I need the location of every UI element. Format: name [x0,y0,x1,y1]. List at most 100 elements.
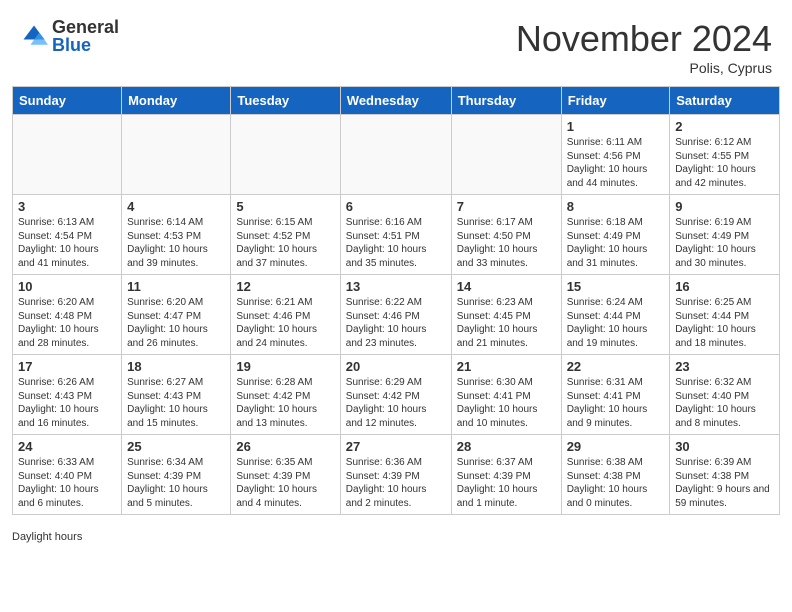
day-number: 5 [236,199,334,214]
calendar-table: Sunday Monday Tuesday Wednesday Thursday… [12,86,780,515]
calendar-cell: 16Sunrise: 6:25 AM Sunset: 4:44 PM Dayli… [670,275,780,355]
calendar-cell: 1 Sunrise: 6:11 AM Sunset: 4:56 PM Daylig… [561,115,670,195]
col-wednesday: Wednesday [340,87,451,115]
day-number: 25 [127,439,225,454]
day-number: 8 [567,199,665,214]
day-info: Sunrise: 6:31 AM Sunset: 4:41 PM Dayligh… [567,376,665,430]
calendar-cell: 4 Sunrise: 6:14 AM Sunset: 4:53 PM Daylig… [122,195,231,275]
day-info: Sunrise: 6:21 AM Sunset: 4:46 PM Dayligh… [236,296,334,350]
calendar-cell: 21 Sunrise: 6:30 AM Sunset: 4:41 PM Dayli… [451,355,561,435]
calendar-cell: 3 Sunrise: 6:13 AM Sunset: 4:54 PM Daylig… [13,195,122,275]
day-info: Sunrise: 6:20 AM Sunset: 4:47 PM Dayligh… [127,296,225,350]
calendar-cell: 26 Sunrise: 6:35 AM Sunset: 4:39 PM Dayli… [231,435,340,515]
calendar-cell: 13Sunrise: 6:22 AM Sunset: 4:46 PM Dayli… [340,275,451,355]
location-text: Polis, Cyprus [516,60,772,76]
title-area: November 2024 Polis, Cyprus [516,18,772,76]
day-number: 19 [236,359,334,374]
day-number: 17 [18,359,116,374]
day-info: Sunrise: 6:26 AM Sunset: 4:43 PM Dayligh… [18,376,116,430]
calendar-cell: 19 Sunrise: 6:28 AM Sunset: 4:42 PM Dayli… [231,355,340,435]
day-info: Sunrise: 6:29 AM Sunset: 4:42 PM Dayligh… [346,376,446,430]
day-info: Sunrise: 6:20 AM Sunset: 4:48 PM Dayligh… [18,296,116,350]
day-info: Sunrise: 6:39 AM Sunset: 4:38 PM Dayligh… [675,456,774,510]
day-number: 14 [457,279,556,294]
day-number: 2 [675,119,774,134]
day-number: 10 [18,279,116,294]
calendar-cell: 29 Sunrise: 6:38 AM Sunset: 4:38 PM Dayli… [561,435,670,515]
day-number: 15 [567,279,665,294]
day-info: Sunrise: 6:27 AM Sunset: 4:43 PM Dayligh… [127,376,225,430]
day-info: Sunrise: 6:35 AM Sunset: 4:39 PM Dayligh… [236,456,334,510]
day-info: Sunrise: 6:24 AM Sunset: 4:44 PM Dayligh… [567,296,665,350]
day-number: 16 [675,279,774,294]
day-info: Sunrise: 6:17 AM Sunset: 4:50 PM Dayligh… [457,216,556,270]
calendar-cell: 14 Sunrise: 6:23 AM Sunset: 4:45 PM Dayli… [451,275,561,355]
day-info: Sunrise: 6:34 AM Sunset: 4:39 PM Dayligh… [127,456,225,510]
day-info: Sunrise: 6:19 AM Sunset: 4:49 PM Dayligh… [675,216,774,270]
page-header: General Blue November 2024 Polis, Cyprus [0,0,792,86]
day-number: 26 [236,439,334,454]
logo: General Blue [20,18,119,54]
calendar-cell: 30Sunrise: 6:39 AM Sunset: 4:38 PM Dayli… [670,435,780,515]
day-number: 13 [346,279,446,294]
calendar-cell: 6 Sunrise: 6:16 AM Sunset: 4:51 PM Daylig… [340,195,451,275]
calendar-wrapper: Sunday Monday Tuesday Wednesday Thursday… [0,86,792,525]
logo-general-text: General [52,18,119,36]
calendar-cell: 9 Sunrise: 6:19 AM Sunset: 4:49 PM Daylig… [670,195,780,275]
calendar-cell: 15 Sunrise: 6:24 AM Sunset: 4:44 PM Dayli… [561,275,670,355]
calendar-cell: 7 Sunrise: 6:17 AM Sunset: 4:50 PM Daylig… [451,195,561,275]
calendar-cell: 24Sunrise: 6:33 AM Sunset: 4:40 PM Dayli… [13,435,122,515]
col-saturday: Saturday [670,87,780,115]
day-info: Sunrise: 6:36 AM Sunset: 4:39 PM Dayligh… [346,456,446,510]
logo-blue-text: Blue [52,36,119,54]
day-number: 1 [567,119,665,134]
col-friday: Friday [561,87,670,115]
day-info: Sunrise: 6:15 AM Sunset: 4:52 PM Dayligh… [236,216,334,270]
calendar-cell: 10 Sunrise: 6:20 AM Sunset: 4:48 PM Dayli… [13,275,122,355]
calendar-cell [122,115,231,195]
daylight-hours-label: Daylight hours [12,531,82,543]
calendar-cell: 12Sunrise: 6:21 AM Sunset: 4:46 PM Dayli… [231,275,340,355]
calendar-cell [13,115,122,195]
day-info: Sunrise: 6:13 AM Sunset: 4:54 PM Dayligh… [18,216,116,270]
calendar-cell: 28 Sunrise: 6:37 AM Sunset: 4:39 PM Dayli… [451,435,561,515]
calendar-cell: 23Sunrise: 6:32 AM Sunset: 4:40 PM Dayli… [670,355,780,435]
day-number: 21 [457,359,556,374]
calendar-cell: 20 Sunrise: 6:29 AM Sunset: 4:42 PM Dayli… [340,355,451,435]
day-info: Sunrise: 6:32 AM Sunset: 4:40 PM Dayligh… [675,376,774,430]
calendar-cell: 22Sunrise: 6:31 AM Sunset: 4:41 PM Dayli… [561,355,670,435]
day-number: 3 [18,199,116,214]
day-info: Sunrise: 6:37 AM Sunset: 4:39 PM Dayligh… [457,456,556,510]
day-number: 20 [346,359,446,374]
day-number: 24 [18,439,116,454]
day-info: Sunrise: 6:28 AM Sunset: 4:42 PM Dayligh… [236,376,334,430]
day-info: Sunrise: 6:18 AM Sunset: 4:49 PM Dayligh… [567,216,665,270]
day-number: 27 [346,439,446,454]
day-info: Sunrise: 6:23 AM Sunset: 4:45 PM Dayligh… [457,296,556,350]
day-info: Sunrise: 6:11 AM Sunset: 4:56 PM Dayligh… [567,136,665,190]
month-title: November 2024 [516,18,772,60]
day-number: 9 [675,199,774,214]
day-info: Sunrise: 6:38 AM Sunset: 4:38 PM Dayligh… [567,456,665,510]
day-number: 6 [346,199,446,214]
day-number: 29 [567,439,665,454]
calendar-cell [340,115,451,195]
day-number: 7 [457,199,556,214]
day-info: Sunrise: 6:16 AM Sunset: 4:51 PM Dayligh… [346,216,446,270]
calendar-cell: 27 Sunrise: 6:36 AM Sunset: 4:39 PM Dayli… [340,435,451,515]
day-number: 4 [127,199,225,214]
calendar-header: Sunday Monday Tuesday Wednesday Thursday… [13,87,780,115]
day-number: 28 [457,439,556,454]
day-number: 11 [127,279,225,294]
calendar-cell: 25 Sunrise: 6:34 AM Sunset: 4:39 PM Dayli… [122,435,231,515]
col-monday: Monday [122,87,231,115]
day-info: Sunrise: 6:30 AM Sunset: 4:41 PM Dayligh… [457,376,556,430]
col-thursday: Thursday [451,87,561,115]
calendar-body: 1 Sunrise: 6:11 AM Sunset: 4:56 PM Daylig… [13,115,780,515]
calendar-cell: 17 Sunrise: 6:26 AM Sunset: 4:43 PM Dayli… [13,355,122,435]
col-tuesday: Tuesday [231,87,340,115]
calendar-cell: 18Sunrise: 6:27 AM Sunset: 4:43 PM Dayli… [122,355,231,435]
calendar-cell [451,115,561,195]
day-info: Sunrise: 6:14 AM Sunset: 4:53 PM Dayligh… [127,216,225,270]
calendar-cell [231,115,340,195]
